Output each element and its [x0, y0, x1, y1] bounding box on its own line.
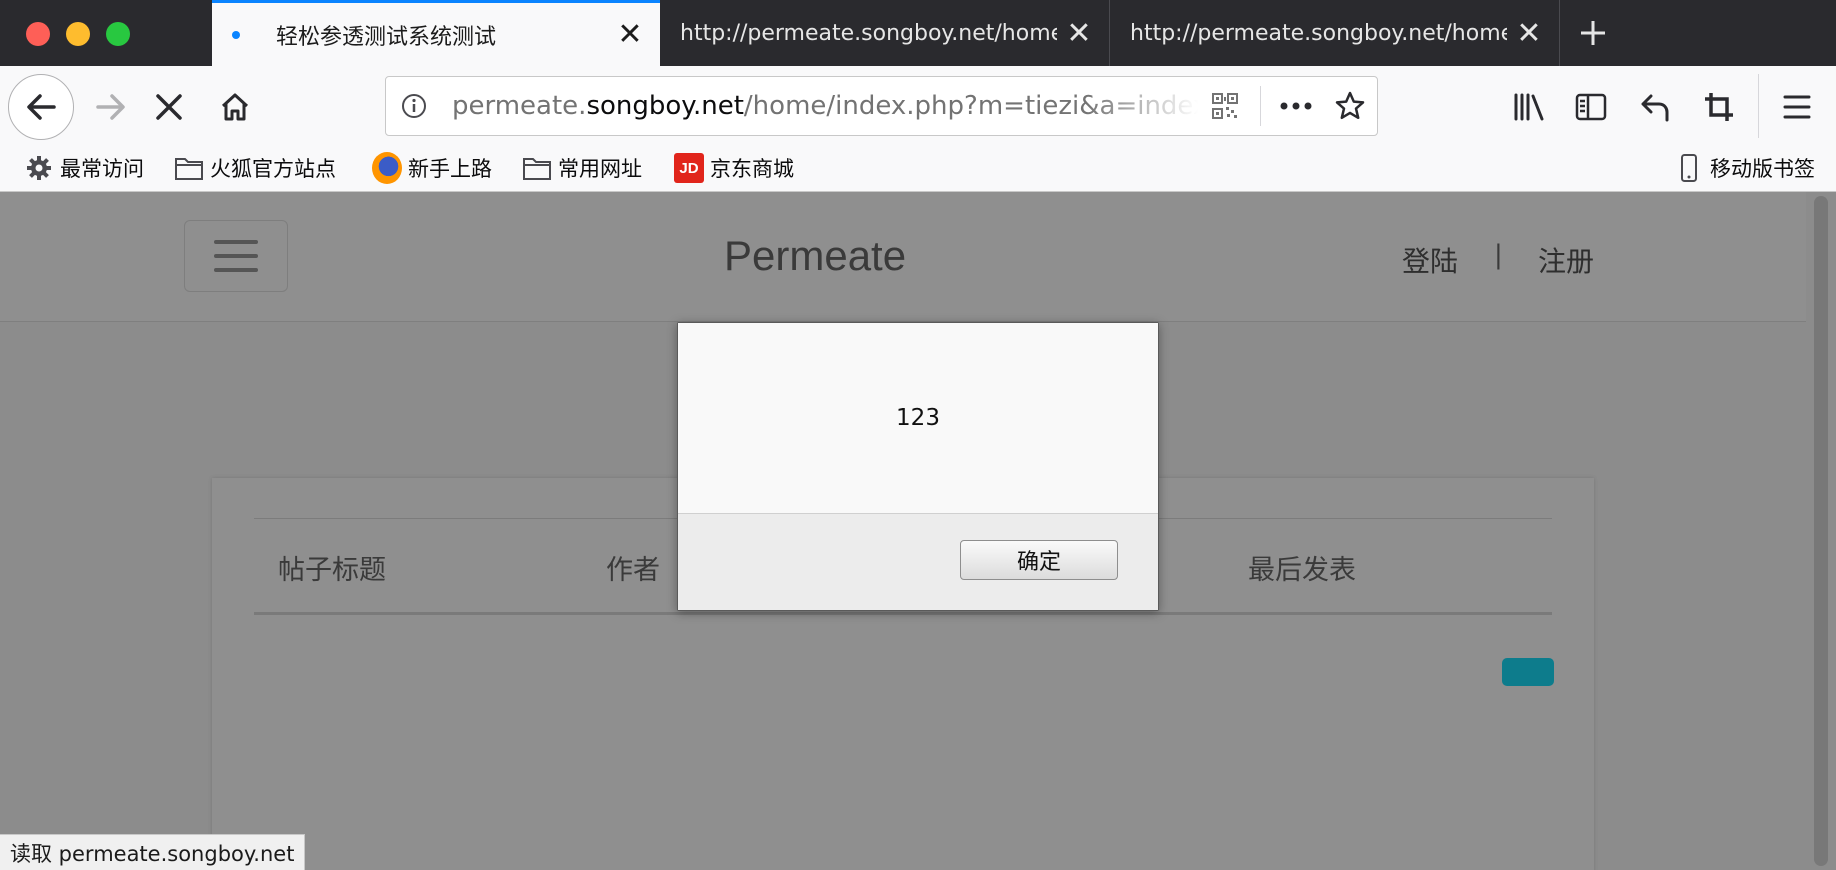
- navigation-toolbar: permeate.songboy.net/home/index.php?m=ti…: [0, 66, 1836, 146]
- toolbar-divider: [1758, 74, 1759, 138]
- bookmark-mobile[interactable]: 移动版书签: [1674, 146, 1815, 190]
- alert-ok-button[interactable]: 确定: [960, 540, 1118, 580]
- firefox-icon: [372, 152, 402, 184]
- url-bar-divider: [1260, 86, 1261, 126]
- close-window-button[interactable]: [26, 22, 50, 46]
- url-path: /home/index.php?m=tiezi&a=index: [743, 91, 1198, 121]
- register-link[interactable]: 注册: [1538, 240, 1594, 280]
- status-bar: 读取 permeate.songboy.net: [0, 834, 306, 870]
- column-header-author: 作者: [606, 555, 660, 586]
- forward-button[interactable]: [84, 80, 138, 134]
- bookmark-getting-started[interactable]: 新手上路: [372, 146, 492, 190]
- bookmark-star-icon[interactable]: [1323, 79, 1377, 133]
- bookmark-jd[interactable]: JD 京东商城: [674, 146, 794, 190]
- home-icon: [221, 93, 249, 121]
- site-menu-toggle[interactable]: [184, 220, 288, 292]
- library-icon[interactable]: [1502, 80, 1556, 134]
- column-header-last-post: 最后发表: [1248, 555, 1356, 586]
- tab-label: 轻松参透测试系统测试: [276, 24, 497, 50]
- site-info-icon[interactable]: [386, 78, 442, 134]
- scrollbar-thumb[interactable]: [1814, 196, 1828, 866]
- url-prefix: permeate.: [452, 91, 587, 121]
- loading-dot-icon: [232, 30, 240, 39]
- browser-window: 轻松参透测试系统测试 ✕ http://permeate.songboy.net…: [0, 0, 1836, 870]
- pagination-button[interactable]: [1502, 658, 1554, 686]
- alert-footer: 确定: [678, 513, 1158, 610]
- qr-code-icon[interactable]: [1198, 79, 1252, 133]
- screenshot-crop-icon[interactable]: [1692, 80, 1746, 134]
- login-link[interactable]: 登陆: [1402, 240, 1458, 280]
- bookmark-most-visited[interactable]: 最常访问: [24, 146, 144, 190]
- undo-arrow-icon[interactable]: [1628, 80, 1682, 134]
- url-domain: songboy.net: [586, 91, 744, 121]
- tab-close-icon[interactable]: ✕: [608, 13, 652, 57]
- bookmark-label: 火狐官方站点: [210, 157, 336, 181]
- site-header: Permeate 登陆 | 注册: [0, 192, 1806, 322]
- arrow-right-icon: [96, 94, 125, 120]
- folder-icon: [174, 153, 204, 183]
- tab-label: http://permeate.songboy.net/home/: [680, 20, 1057, 46]
- tab-close-icon[interactable]: ✕: [1057, 11, 1101, 55]
- jd-icon: JD: [674, 153, 704, 183]
- bookmark-label: 移动版书签: [1710, 157, 1815, 181]
- home-button[interactable]: [208, 80, 262, 134]
- gear-icon: [24, 153, 54, 183]
- bookmark-label: 京东商城: [710, 157, 794, 181]
- tab-close-icon[interactable]: ✕: [1507, 11, 1551, 55]
- stop-x-icon: [156, 94, 182, 120]
- new-tab-button[interactable]: [1568, 10, 1618, 56]
- bookmark-label: 新手上路: [408, 157, 492, 181]
- hamburger-menu-icon[interactable]: [1770, 80, 1824, 134]
- tab-active[interactable]: 轻松参透测试系统测试 ✕: [212, 0, 660, 66]
- stop-button[interactable]: [142, 80, 196, 134]
- bookmark-common-sites[interactable]: 常用网址: [522, 146, 642, 190]
- minimize-window-button[interactable]: [66, 22, 90, 46]
- url-text[interactable]: permeate.songboy.net/home/index.php?m=ti…: [452, 91, 1198, 121]
- nav-separator: |: [1494, 240, 1503, 270]
- back-button[interactable]: [8, 74, 74, 140]
- column-header-title: 帖子标题: [278, 555, 386, 586]
- tab-3[interactable]: http://permeate.songboy.net/home/ ✕: [1110, 0, 1560, 66]
- bookmark-firefox-official[interactable]: 火狐官方站点: [174, 146, 336, 190]
- url-bar[interactable]: permeate.songboy.net/home/index.php?m=ti…: [385, 76, 1378, 136]
- sidebar-toggle-icon[interactable]: [1564, 80, 1618, 134]
- tab-2[interactable]: http://permeate.songboy.net/home/ ✕: [660, 0, 1110, 66]
- folder-icon: [522, 153, 552, 183]
- site-brand[interactable]: Permeate: [724, 232, 906, 280]
- plus-icon: [1581, 21, 1605, 45]
- tab-label: http://permeate.songboy.net/home/: [1130, 20, 1507, 46]
- tab-strip: 轻松参透测试系统测试 ✕ http://permeate.songboy.net…: [0, 0, 1836, 66]
- bookmark-label: 常用网址: [558, 157, 642, 181]
- bookmarks-toolbar: 最常访问 火狐官方站点 新手上路 常用网址 JD 京东商城 移动版书签: [0, 146, 1836, 192]
- bookmark-label: 最常访问: [60, 157, 144, 181]
- arrow-left-icon: [27, 94, 56, 120]
- mobile-icon: [1674, 153, 1704, 183]
- page-actions-icon[interactable]: [1269, 79, 1323, 133]
- alert-dialog: 123 确定: [677, 322, 1159, 611]
- alert-message: 123: [678, 323, 1158, 513]
- table-header-border: [254, 612, 1552, 615]
- maximize-window-button[interactable]: [106, 22, 130, 46]
